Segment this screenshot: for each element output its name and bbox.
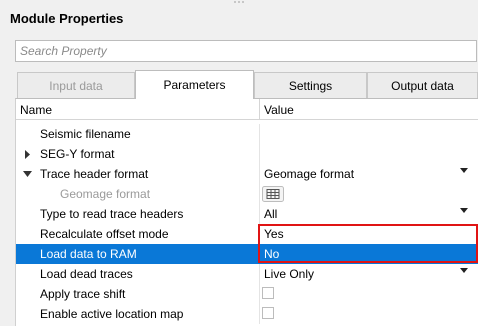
property-row-recalculate-offset-mode[interactable]: Recalculate offset mode Yes	[16, 224, 478, 244]
search-input[interactable]	[16, 41, 476, 61]
property-row-trace-header-format[interactable]: Trace header format Geomage format	[16, 164, 478, 184]
property-row-enable-active-location-map[interactable]: Enable active location map	[16, 304, 478, 324]
resize-grip[interactable]	[233, 0, 245, 4]
property-name: Type to read trace headers	[40, 207, 184, 221]
property-name: Load data to RAM	[40, 247, 137, 261]
panel-title: Module Properties	[10, 11, 124, 26]
property-value[interactable]: All	[264, 207, 277, 221]
property-name: Enable active location map	[40, 307, 184, 321]
property-value[interactable]: Geomage format	[264, 167, 354, 181]
property-row-type-to-read-trace-headers[interactable]: Type to read trace headers All	[16, 204, 478, 224]
property-name: Recalculate offset mode	[40, 227, 169, 241]
property-name: SEG-Y format	[40, 147, 115, 161]
column-header-name[interactable]: Name	[20, 103, 52, 117]
dropdown-arrow-icon[interactable]	[460, 208, 468, 213]
property-row-segy-format[interactable]: SEG-Y format	[16, 144, 478, 164]
property-row-geomage-format: Geomage format	[16, 184, 478, 204]
grid-icon[interactable]	[262, 186, 284, 202]
tab-settings[interactable]: Settings	[254, 72, 367, 98]
property-name: Trace header format	[40, 167, 149, 181]
column-header-value[interactable]: Value	[264, 103, 294, 117]
grid-header: Name Value	[16, 99, 478, 120]
tab-bar: Input data Parameters Settings Output da…	[15, 70, 478, 99]
apply-trace-shift-checkbox[interactable]	[262, 287, 274, 299]
property-value[interactable]: Yes	[264, 227, 284, 241]
property-row-load-dead-traces[interactable]: Load dead traces Live Only	[16, 264, 478, 284]
search-box[interactable]	[15, 40, 477, 62]
dropdown-arrow-icon[interactable]	[460, 168, 468, 173]
property-name: Load dead traces	[40, 267, 133, 281]
property-name: Seismic filename	[40, 127, 131, 141]
tab-output-data[interactable]: Output data	[367, 72, 478, 98]
expand-arrow-icon[interactable]	[23, 150, 31, 159]
property-name: Geomage format	[60, 187, 151, 201]
property-value[interactable]: Live Only	[264, 267, 314, 281]
property-name: Apply trace shift	[40, 287, 126, 301]
tab-parameters[interactable]: Parameters	[135, 70, 254, 99]
dropdown-arrow-icon[interactable]	[460, 268, 468, 273]
property-grid: Name Value Seismic filename SEG-Y format…	[15, 98, 478, 326]
enable-active-location-map-checkbox[interactable]	[262, 307, 274, 319]
property-value[interactable]: No	[264, 247, 279, 261]
collapse-arrow-icon[interactable]	[23, 170, 32, 178]
property-row-load-data-to-ram[interactable]: Load data to RAM No	[16, 244, 478, 264]
property-row-seismic-filename[interactable]: Seismic filename	[16, 124, 478, 144]
property-row-apply-trace-shift[interactable]: Apply trace shift	[16, 284, 478, 304]
tab-input-data[interactable]: Input data	[17, 72, 135, 98]
